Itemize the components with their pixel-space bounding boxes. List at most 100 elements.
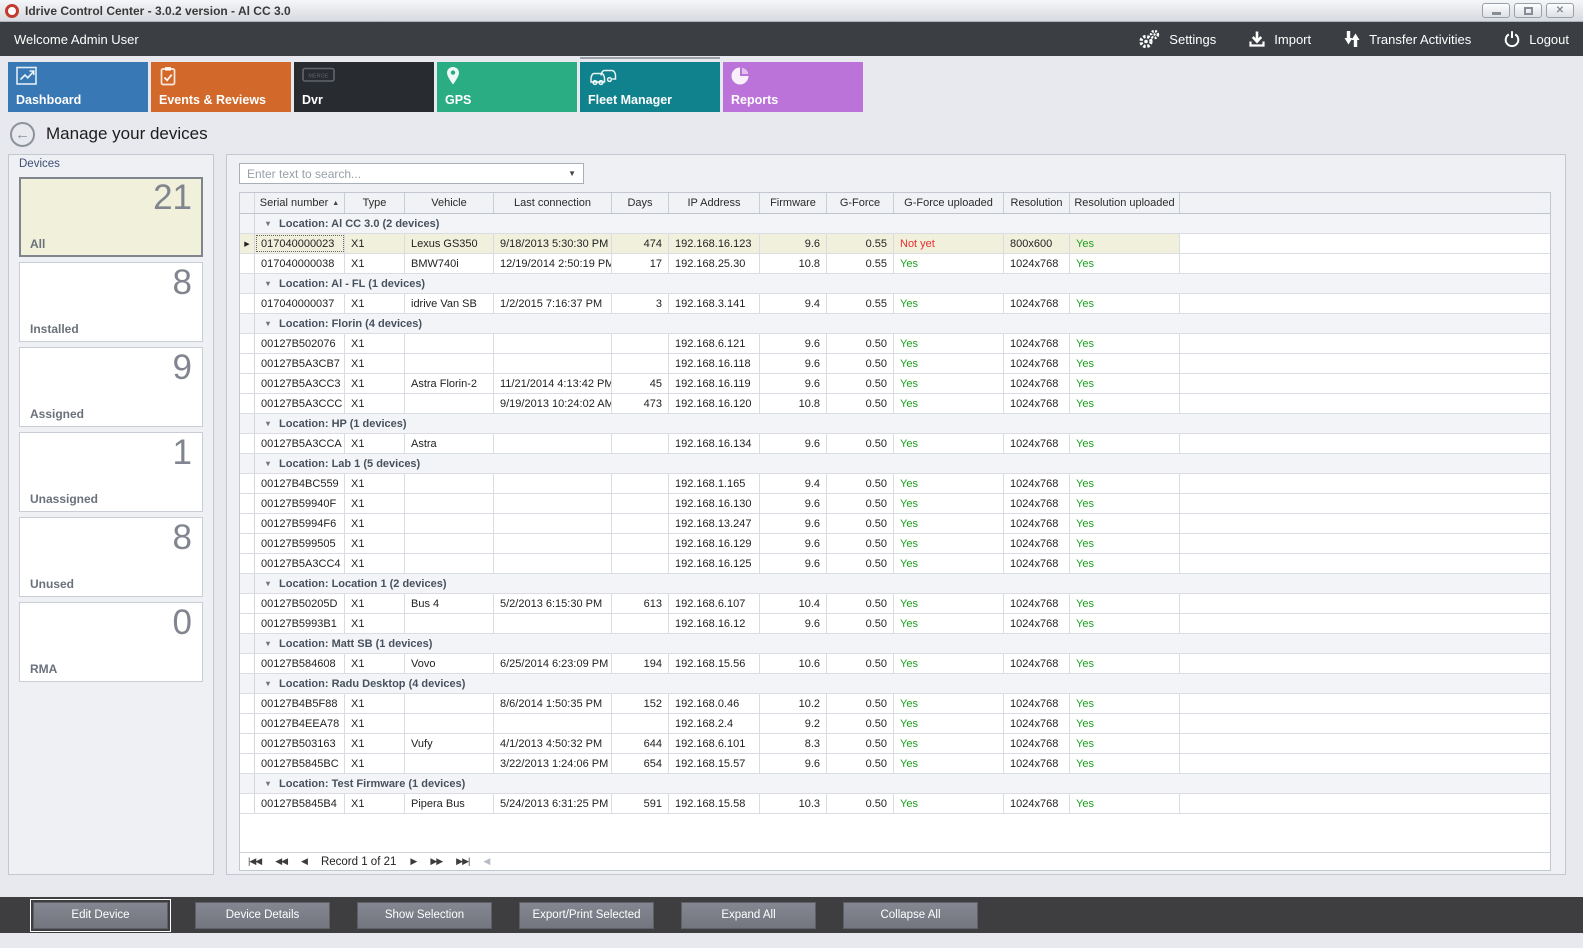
cell-g-force: 0.50	[827, 374, 894, 393]
pager-last-button[interactable]: ▶▶|	[456, 856, 469, 867]
cell-g-force: 0.55	[827, 234, 894, 253]
column-header-resolution[interactable]: Resolution	[1004, 193, 1070, 213]
column-header-days[interactable]: Days	[612, 193, 669, 213]
tab-events-reviews[interactable]: Events & Reviews	[151, 62, 291, 112]
collapse-icon: ▾	[266, 639, 270, 648]
device-row[interactable]: 017040000037X1idrive Van SB1/2/2015 7:16…	[240, 294, 1550, 314]
pin-icon	[445, 66, 461, 91]
group-title: Location: Test Firmware (1 devices)	[279, 778, 465, 790]
tab-reports[interactable]: Reports	[723, 62, 863, 112]
device-row[interactable]: 00127B584608X1Vovo6/25/2014 6:23:09 PM19…	[240, 654, 1550, 674]
device-row[interactable]: 00127B5993B1X1192.168.16.129.60.50Yes102…	[240, 614, 1550, 634]
column-header-type[interactable]: Type	[345, 193, 405, 213]
tab-fleet-manager[interactable]: Fleet Manager	[580, 62, 720, 112]
cell-type: X1	[345, 614, 405, 633]
tab-dvr[interactable]: MERGEDvr	[294, 62, 434, 112]
search-dropdown-icon[interactable]: ▼	[568, 169, 576, 178]
column-header-ip-address[interactable]: IP Address	[669, 193, 760, 213]
device-row[interactable]: ▶017040000023X1Lexus GS3509/18/2013 5:30…	[240, 234, 1550, 254]
device-row[interactable]: 00127B5A3CCCX19/19/2013 10:24:02 AM47319…	[240, 394, 1550, 414]
cell-last-connection: 12/19/2014 2:50:19 PM	[494, 254, 612, 273]
device-filter-unused[interactable]: 8Unused	[19, 517, 203, 597]
column-header-g-force-uploaded[interactable]: G-Force uploaded	[894, 193, 1004, 213]
device-row[interactable]: 00127B5994F6X1192.168.13.2479.60.50Yes10…	[240, 514, 1550, 534]
cell-vehicle: idrive Van SB	[405, 294, 494, 313]
cell-ip: 192.168.13.247	[669, 514, 760, 533]
column-header-resolution-uploaded[interactable]: Resolution uploaded	[1070, 193, 1180, 213]
pager-next-button[interactable]: ▶	[410, 856, 416, 867]
maximize-button[interactable]	[1514, 3, 1542, 18]
group-title: Location: Radu Desktop (4 devices)	[279, 678, 465, 690]
device-row[interactable]: 00127B50205DX1Bus 45/2/2013 6:15:30 PM61…	[240, 594, 1550, 614]
device-row[interactable]: 017040000038X1BMW740i12/19/2014 2:50:19 …	[240, 254, 1550, 274]
search-box[interactable]: Enter text to search... ▼	[239, 163, 584, 184]
cell-serial: 00127B5993B1	[255, 614, 345, 633]
group-row[interactable]: ▾Location: Florin (4 devices)	[240, 314, 1550, 334]
group-row[interactable]: ▾Location: Al - FL (1 devices)	[240, 274, 1550, 294]
device-row[interactable]: 00127B502076X1192.168.6.1219.60.50Yes102…	[240, 334, 1550, 354]
device-row[interactable]: 00127B5845B4X1Pipera Bus5/24/2013 6:31:2…	[240, 794, 1550, 814]
column-header-g-force[interactable]: G-Force	[827, 193, 894, 213]
pager-record-text: Record 1 of 21	[321, 856, 396, 868]
devices-sidebar: Devices 21All8Installed9Assigned1Unassig…	[8, 154, 214, 875]
action-logout[interactable]: Logout	[1503, 30, 1569, 48]
group-row[interactable]: ▾Location: Lab 1 (5 devices)	[240, 454, 1550, 474]
cell-g-force-uploaded: Yes	[894, 434, 1004, 453]
device-row[interactable]: 00127B4BC559X1192.168.1.1659.40.50Yes102…	[240, 474, 1550, 494]
column-header-firmware[interactable]: Firmware	[760, 193, 827, 213]
device-filter-installed[interactable]: 8Installed	[19, 262, 203, 342]
tab-gps[interactable]: GPS	[437, 62, 577, 112]
device-row[interactable]: 00127B4EEA78X1192.168.2.49.20.50Yes1024x…	[240, 714, 1550, 734]
device-filter-all[interactable]: 21All	[19, 177, 203, 257]
cell-type: X1	[345, 474, 405, 493]
device-details-button[interactable]: Device Details	[195, 902, 330, 929]
pager-first-button[interactable]: |◀◀	[248, 856, 261, 867]
pager-prev-button[interactable]: ◀	[301, 856, 307, 867]
export-print-selected-button[interactable]: Export/Print Selected	[519, 902, 654, 929]
cell-ip: 192.168.6.107	[669, 594, 760, 613]
cell-g-force-uploaded: Yes	[894, 334, 1004, 353]
device-row[interactable]: 00127B59940FX1192.168.16.1309.60.50Yes10…	[240, 494, 1550, 514]
column-header-serial-number[interactable]: Serial number▲	[255, 193, 345, 213]
device-row[interactable]: 00127B503163X1Vufy4/1/2013 4:50:32 PM644…	[240, 734, 1550, 754]
pager-next-page-button[interactable]: ▶▶	[430, 856, 442, 867]
tab-dashboard[interactable]: Dashboard	[8, 62, 148, 112]
edit-device-button[interactable]: Edit Device	[33, 902, 168, 929]
device-row[interactable]: 00127B5A3CCAX1Astra192.168.16.1349.60.50…	[240, 434, 1550, 454]
show-selection-button[interactable]: Show Selection	[357, 902, 492, 929]
pager-prev-page-button[interactable]: ◀◀	[275, 856, 287, 867]
group-row[interactable]: ▾Location: Radu Desktop (4 devices)	[240, 674, 1550, 694]
cell-type: X1	[345, 794, 405, 813]
action-import[interactable]: Import	[1248, 30, 1311, 48]
device-row[interactable]: 00127B5845BCX13/22/2013 1:24:06 PM654192…	[240, 754, 1550, 774]
device-row[interactable]: 00127B5A3CC3X1Astra Florin-211/21/2014 4…	[240, 374, 1550, 394]
minimize-button[interactable]	[1482, 3, 1510, 18]
device-row[interactable]: 00127B5A3CB7X1192.168.16.1189.60.50Yes10…	[240, 354, 1550, 374]
column-header-vehicle[interactable]: Vehicle	[405, 193, 494, 213]
close-button[interactable]: ✕	[1546, 3, 1574, 18]
expand-all-button[interactable]: Expand All	[681, 902, 816, 929]
device-filter-assigned[interactable]: 9Assigned	[19, 347, 203, 427]
device-row[interactable]: 00127B5A3CC4X1192.168.16.1259.60.50Yes10…	[240, 554, 1550, 574]
device-row[interactable]: 00127B4B5F88X18/6/2014 1:50:35 PM152192.…	[240, 694, 1550, 714]
group-row[interactable]: ▾Location: Matt SB (1 devices)	[240, 634, 1550, 654]
device-row[interactable]: 00127B599505X1192.168.16.1299.60.50Yes10…	[240, 534, 1550, 554]
cell-resolution: 1024x768	[1004, 754, 1070, 773]
group-row[interactable]: ▾Location: Al CC 3.0 (2 devices)	[240, 214, 1550, 234]
group-row[interactable]: ▾Location: Test Firmware (1 devices)	[240, 774, 1550, 794]
cell-resolution-uploaded: Yes	[1070, 334, 1180, 353]
device-filter-rma[interactable]: 0RMA	[19, 602, 203, 682]
column-label: Firmware	[770, 197, 816, 209]
group-row[interactable]: ▾Location: HP (1 devices)	[240, 414, 1550, 434]
action-settings[interactable]: Settings	[1137, 29, 1216, 49]
row-indicator	[240, 654, 255, 673]
column-header-last-connection[interactable]: Last connection	[494, 193, 612, 213]
device-filter-unassigned[interactable]: 1Unassigned	[19, 432, 203, 512]
cell-ip: 192.168.3.141	[669, 294, 760, 313]
cell-type: X1	[345, 514, 405, 533]
action-transfer-activities[interactable]: Transfer Activities	[1343, 29, 1471, 49]
collapse-all-button[interactable]: Collapse All	[843, 902, 978, 929]
cell-vehicle	[405, 514, 494, 533]
back-button[interactable]: ←	[10, 122, 35, 147]
group-row[interactable]: ▾Location: Location 1 (2 devices)	[240, 574, 1550, 594]
